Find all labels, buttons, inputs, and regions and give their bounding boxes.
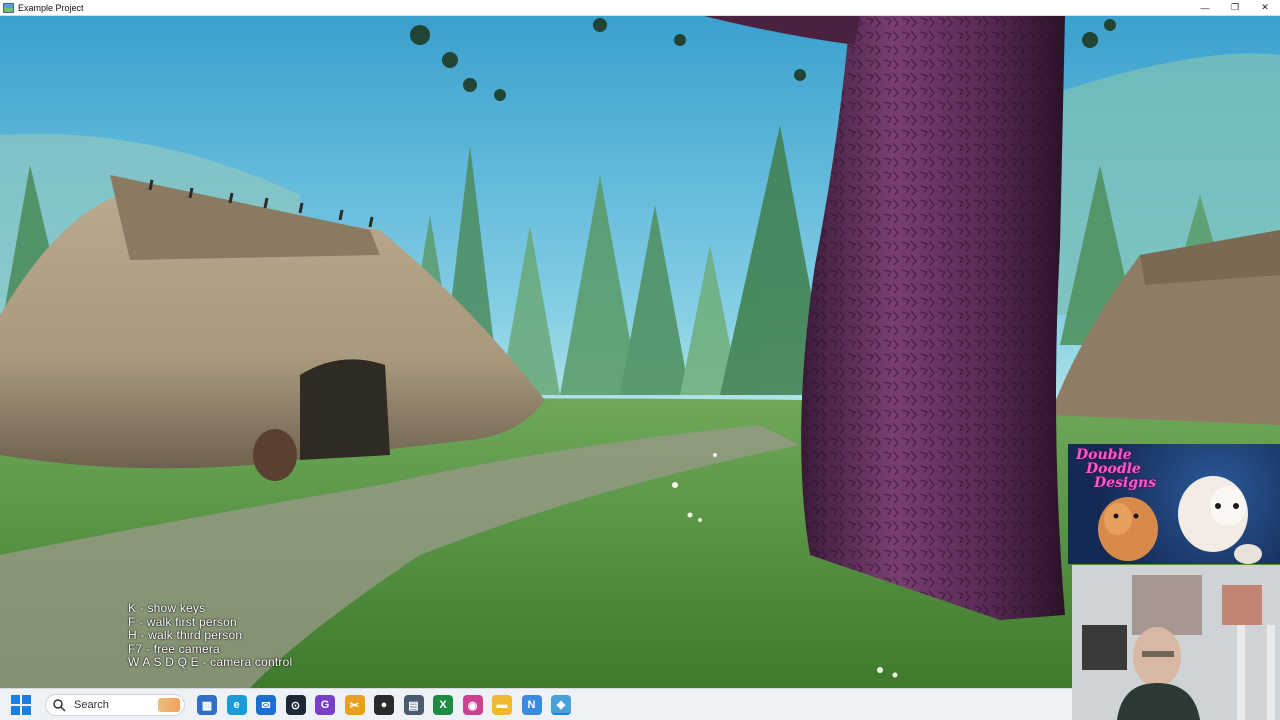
taskbar: Search ▦ e ✉ ⊙ G ✂ ● ▤ X ◉ ▬ N ◆ bbox=[0, 688, 1072, 720]
logo-text: Double Doodle Designs bbox=[1076, 448, 1156, 490]
game-launcher-icon[interactable]: G bbox=[315, 695, 335, 715]
taskbar-search-box[interactable]: Search bbox=[45, 694, 185, 716]
snipping-tool-icon[interactable]: ✂ bbox=[344, 695, 365, 715]
search-icon bbox=[53, 699, 66, 712]
windows-logo-tile bbox=[22, 706, 31, 715]
help-line-show-keys: K - show keys bbox=[128, 601, 206, 615]
close-button[interactable]: ✕ bbox=[1250, 0, 1280, 15]
logo-text-double: Double bbox=[1076, 447, 1132, 463]
stream-logo: Double Doodle Designs bbox=[1068, 444, 1280, 564]
notepad-icon[interactable]: N bbox=[521, 695, 542, 715]
engine-editor-icon[interactable]: ◆ bbox=[551, 695, 571, 715]
windows-logo-tile bbox=[11, 706, 20, 715]
taskbar-pinned-apps: ▦ e ✉ ⊙ G ✂ ● ▤ X ◉ ▬ N ◆ bbox=[197, 695, 581, 715]
start-button[interactable] bbox=[11, 695, 31, 715]
windows-logo-tile bbox=[11, 695, 20, 704]
calculator-icon[interactable]: ▤ bbox=[403, 695, 424, 715]
spreadsheet-icon[interactable]: X bbox=[433, 695, 453, 715]
paint-icon[interactable]: ◉ bbox=[462, 695, 483, 715]
recorder-icon[interactable]: ● bbox=[374, 695, 394, 715]
steam-icon[interactable]: ⊙ bbox=[285, 695, 306, 715]
help-line-camera-control: W A S D Q E - camera control bbox=[128, 655, 293, 669]
app-icon bbox=[3, 2, 14, 13]
help-line-first-person: F - walk first person bbox=[128, 614, 237, 629]
window-title: Example Project bbox=[18, 2, 84, 13]
webcam-feed bbox=[1072, 565, 1280, 720]
widget-app-icon[interactable]: ▦ bbox=[197, 695, 217, 715]
help-line-third-person: H - walk third person bbox=[128, 628, 243, 642]
edge-browser-icon[interactable]: e bbox=[226, 695, 247, 715]
minimize-button[interactable]: — bbox=[1190, 0, 1220, 15]
controls-help-overlay: K - show keys F - walk first person H - … bbox=[128, 601, 293, 670]
windows-logo-tile bbox=[22, 695, 31, 704]
logo-text-doodle: Doodle bbox=[1086, 461, 1141, 477]
help-line-free-camera: F7 - free camera bbox=[128, 641, 220, 656]
window-controls: — ❐ ✕ bbox=[1190, 0, 1280, 15]
mail-icon[interactable]: ✉ bbox=[256, 695, 276, 715]
window-titlebar: Example Project — ❐ ✕ bbox=[0, 0, 1280, 16]
logo-text-designs: Designs bbox=[1094, 475, 1157, 491]
search-highlight-icon bbox=[158, 698, 180, 712]
webcam-overlay bbox=[1072, 565, 1280, 720]
restore-button[interactable]: ❐ bbox=[1220, 0, 1250, 15]
search-placeholder: Search bbox=[74, 699, 109, 711]
file-explorer-icon[interactable]: ▬ bbox=[492, 695, 512, 715]
